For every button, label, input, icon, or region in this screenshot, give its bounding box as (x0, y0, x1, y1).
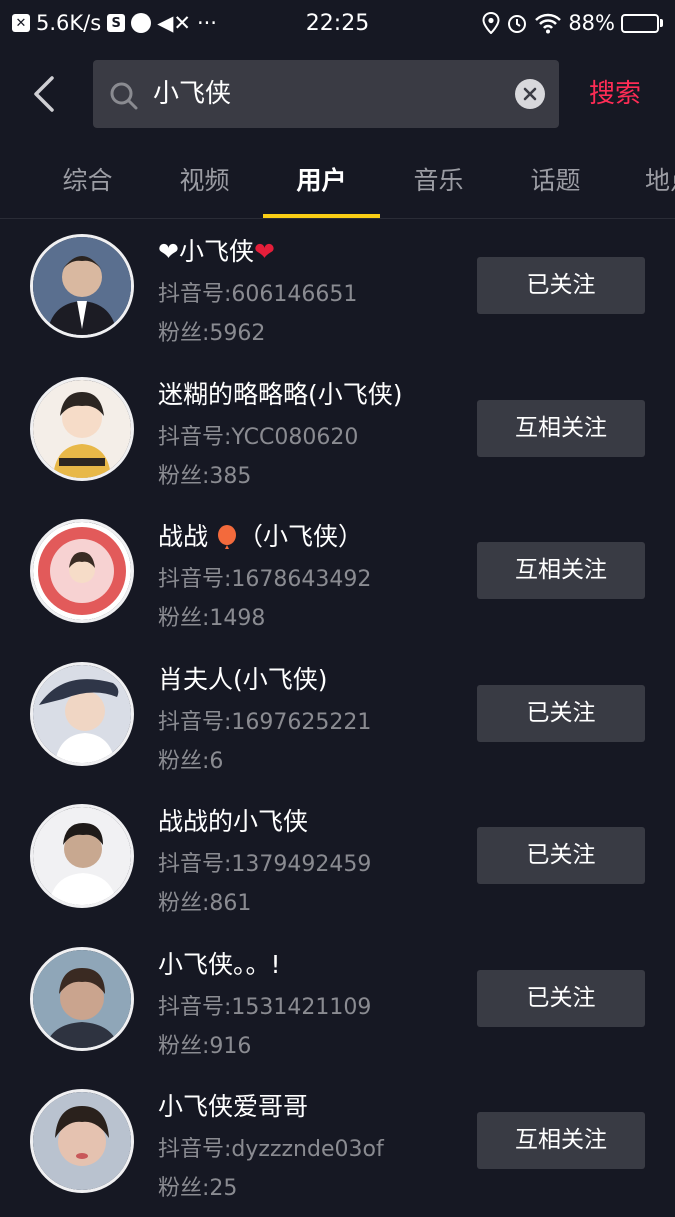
more-notifications-icon: ··· (196, 11, 217, 35)
user-fans: 粉丝:6 (158, 748, 224, 774)
avatar[interactable] (30, 804, 134, 908)
battery-percent: 88% (568, 11, 615, 35)
tab-locations[interactable]: 地点 (614, 145, 675, 218)
user-fans: 粉丝:1498 (158, 606, 266, 631)
avatar[interactable] (30, 376, 134, 481)
user-row[interactable]: 战战的小飞侠 抖音号:1379492459 粉丝:861 已关注 (0, 789, 675, 932)
user-row[interactable]: 肖夫人(小飞侠) 抖音号:1697625221 粉丝:6 已关注 (0, 647, 675, 790)
clear-search-button[interactable] (515, 79, 545, 109)
status-bar: ✕ 5.6K/s S ◀✕ ··· 22:25 88% (0, 0, 675, 46)
user-name: 迷糊的略略略(小飞侠) (158, 379, 403, 409)
user-name: ❤小飞侠❤ (158, 237, 275, 266)
user-fans: 粉丝:385 (158, 463, 252, 489)
tab-music[interactable]: 音乐 (380, 145, 497, 218)
mute-icon: ◀✕ (157, 11, 191, 35)
user-row[interactable]: 战战 （小飞侠） 抖音号:1678643492 粉丝:1498 互相关注 (0, 504, 675, 647)
user-name: 战战 （小飞侠） (158, 522, 363, 551)
search-submit-button[interactable]: 搜索 (589, 58, 641, 130)
balloon-icon (217, 525, 236, 549)
follow-status-button[interactable]: 已关注 (477, 684, 645, 742)
tab-general[interactable]: 综合 (29, 145, 146, 218)
user-row[interactable]: 小飞侠爱哥哥 抖音号:dyzzznde03of 粉丝:25 互相关注 (0, 1074, 675, 1217)
follow-status-button[interactable]: 互相关注 (477, 1112, 645, 1169)
user-id: 抖音号:dyzzznde03of (158, 1137, 384, 1162)
location-icon (482, 12, 500, 34)
battery-icon (621, 13, 663, 33)
avatar[interactable] (30, 946, 134, 1051)
user-row[interactable]: ❤小飞侠❤ 抖音号:606146651 粉丝:5962 已关注 (0, 219, 675, 362)
user-id: 抖音号:YCC080620 (158, 424, 359, 450)
user-id: 抖音号:1531421109 (158, 994, 372, 1020)
no-sim-icon: ✕ (12, 14, 30, 32)
follow-status-button[interactable]: 互相关注 (477, 542, 645, 599)
avatar[interactable] (30, 661, 134, 766)
user-name: 小飞侠爱哥哥 (158, 1092, 309, 1121)
network-speed: 5.6K/s (36, 11, 102, 35)
back-button[interactable] (14, 58, 74, 130)
user-fans: 粉丝:861 (158, 891, 252, 916)
user-list: ❤小飞侠❤ 抖音号:606146651 粉丝:5962 已关注 迷糊的略略略(小… (0, 219, 675, 1217)
user-id: 抖音号:1379492459 (158, 852, 372, 877)
avatar[interactable] (30, 519, 134, 623)
follow-status-button[interactable]: 已关注 (477, 257, 645, 314)
app-notification-icon: S (107, 14, 126, 32)
user-row[interactable]: 迷糊的略略略(小飞侠) 抖音号:YCC080620 粉丝:385 互相关注 (0, 362, 675, 505)
user-fans: 粉丝:5962 (158, 321, 266, 346)
tab-users[interactable]: 用户 (263, 145, 380, 218)
close-icon (523, 87, 537, 101)
tab-topics[interactable]: 话题 (497, 145, 614, 218)
heart-outline-icon: ❤ (158, 237, 179, 266)
user-name: 肖夫人(小飞侠) (158, 664, 328, 694)
chevron-left-icon (34, 76, 54, 112)
follow-status-button[interactable]: 互相关注 (477, 399, 645, 457)
wifi-icon (535, 13, 562, 34)
category-tabs: 综合 视频 用户 音乐 话题 地点 (0, 145, 675, 219)
search-bar: 小飞侠 搜索 (0, 58, 675, 130)
user-row[interactable]: 小飞侠。。! 抖音号:1531421109 粉丝:916 已关注 (0, 932, 675, 1075)
search-field[interactable]: 小飞侠 (93, 60, 559, 128)
search-icon (110, 82, 138, 110)
user-id: 抖音号:606146651 (158, 282, 358, 307)
user-fans: 粉丝:25 (158, 1176, 238, 1201)
browser-notification-icon (131, 13, 152, 33)
alarm-icon (508, 15, 527, 33)
user-id: 抖音号:1678643492 (158, 567, 372, 592)
tab-videos[interactable]: 视频 (146, 145, 263, 218)
search-input[interactable]: 小飞侠 (153, 60, 493, 128)
user-id: 抖音号:1697625221 (158, 709, 372, 735)
heart-icon: ❤ (253, 237, 275, 266)
avatar[interactable] (30, 1089, 134, 1193)
avatar[interactable] (30, 234, 134, 338)
user-name: 战战的小飞侠 (158, 807, 309, 836)
follow-status-button[interactable]: 已关注 (477, 827, 645, 884)
status-right: 88% (482, 11, 663, 35)
status-left: ✕ 5.6K/s S ◀✕ ··· (12, 11, 217, 35)
user-fans: 粉丝:916 (158, 1033, 252, 1059)
follow-status-button[interactable]: 已关注 (477, 969, 645, 1027)
user-name: 小飞侠。。! (158, 949, 281, 979)
